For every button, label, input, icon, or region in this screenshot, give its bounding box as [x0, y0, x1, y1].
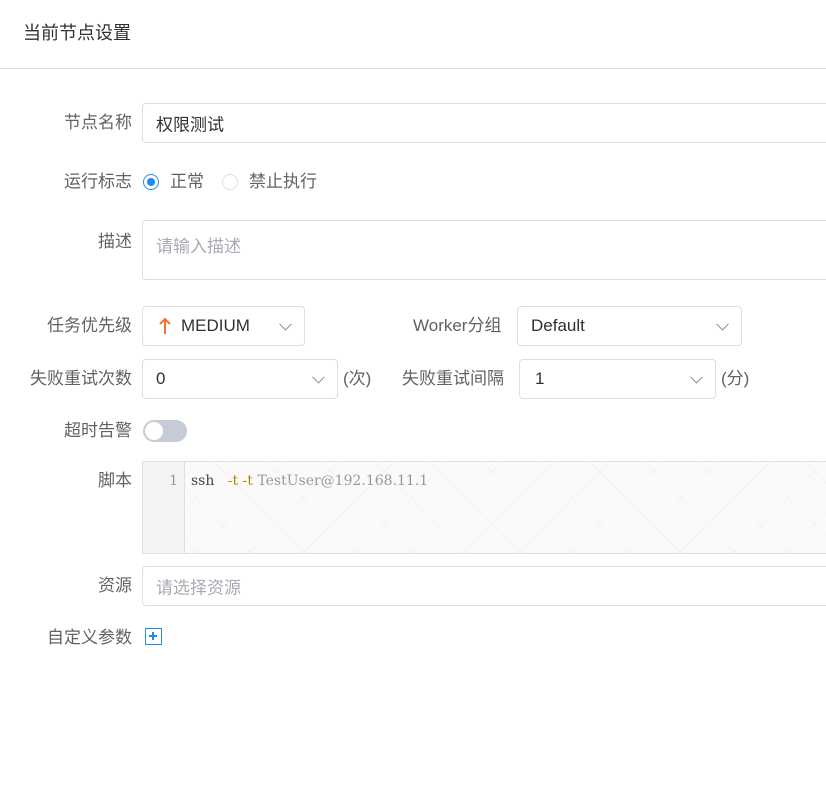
priority-label: 任务优先级: [47, 316, 132, 335]
radio-normal[interactable]: [143, 174, 159, 190]
chevron-down-icon: [716, 317, 729, 331]
radio-forbidden[interactable]: [222, 174, 238, 190]
panel-title: 当前节点设置: [23, 23, 131, 43]
timeout-alarm-label: 超时告警: [64, 421, 132, 440]
retry-interval-unit: (分): [721, 369, 750, 388]
line-number: 1: [169, 473, 178, 489]
retry-times-label: 失败重试次数: [30, 369, 132, 388]
priority-value: MEDIUM: [181, 316, 250, 335]
node-name-input[interactable]: 权限测试: [142, 103, 826, 143]
panel-header: 当前节点设置: [0, 0, 826, 69]
retry-interval-label: 失败重试间隔: [402, 369, 504, 388]
description-placeholder: 请输入描述: [156, 237, 241, 256]
node-name-label: 节点名称: [64, 113, 132, 132]
chevron-down-icon: [279, 317, 292, 331]
retry-times-value: 0: [156, 369, 166, 388]
retry-times-select[interactable]: 0: [142, 359, 338, 399]
code-command: ssh: [191, 473, 215, 489]
resources-label: 资源: [98, 576, 132, 595]
node-name-value: 权限测试: [156, 115, 224, 135]
radio-normal-label[interactable]: 正常: [170, 171, 204, 193]
description-label: 描述: [98, 232, 132, 251]
radio-forbidden-label[interactable]: 禁止执行: [249, 171, 317, 193]
code-target: TestUser@192.168.11.1: [257, 473, 429, 489]
retry-interval-select[interactable]: 1: [519, 359, 716, 399]
retry-times-unit: (次): [343, 369, 372, 388]
script-label: 脚本: [98, 471, 132, 490]
chevron-down-icon: [690, 370, 703, 384]
resources-placeholder: 请选择资源: [156, 578, 241, 598]
worker-group-value: Default: [531, 316, 585, 335]
worker-group-select[interactable]: Default: [517, 306, 742, 346]
resources-select[interactable]: 请选择资源: [142, 566, 826, 606]
description-textarea[interactable]: 请输入描述: [142, 220, 826, 280]
custom-params-label: 自定义参数: [47, 628, 132, 647]
chevron-down-icon: [312, 370, 325, 384]
retry-interval-value: 1: [535, 369, 545, 388]
code-line[interactable]: ssh -t -t TestUser@192.168.11.1: [191, 473, 428, 489]
script-editor[interactable]: 1 ssh -t -t TestUser@192.168.11.1: [142, 461, 826, 554]
plus-square-icon[interactable]: [145, 628, 162, 645]
switch-knob: [145, 422, 163, 440]
editor-gutter: 1: [143, 462, 185, 553]
timeout-alarm-switch[interactable]: [143, 420, 187, 442]
code-options: -t -t: [227, 473, 253, 489]
worker-group-label: Worker分组: [413, 316, 502, 335]
arrow-up-icon: [159, 317, 171, 334]
run-flag-label: 运行标志: [64, 172, 132, 191]
